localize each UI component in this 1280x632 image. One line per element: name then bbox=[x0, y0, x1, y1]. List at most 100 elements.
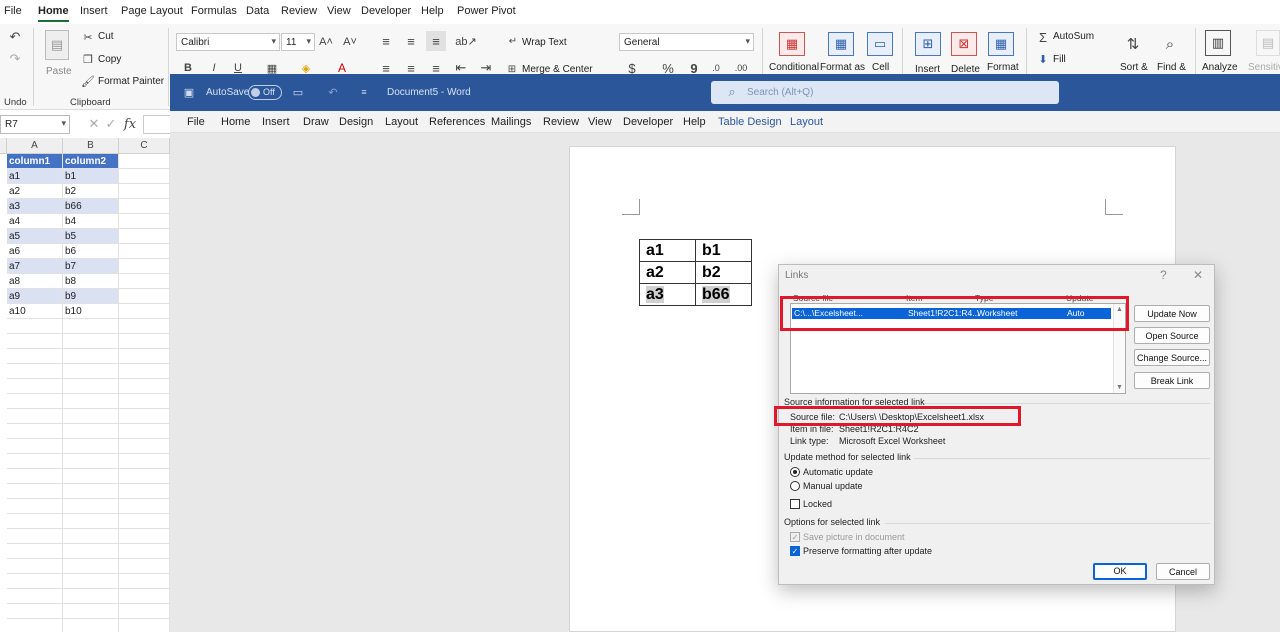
table-cell[interactable]: a3 bbox=[639, 283, 696, 306]
open-source-button[interactable]: Open Source bbox=[1134, 327, 1210, 344]
sheet-cell[interactable] bbox=[63, 589, 119, 604]
confirm-entry-icon[interactable]: ✓ bbox=[105, 116, 117, 131]
cancel-entry-icon[interactable]: ✕ bbox=[88, 116, 100, 131]
customize-toolbar-icon[interactable]: ≡ bbox=[359, 85, 369, 99]
table-cell[interactable]: b10 bbox=[63, 304, 119, 319]
sheet-cell[interactable] bbox=[7, 589, 63, 604]
table-cell[interactable]: a5 bbox=[7, 229, 63, 244]
font-name-select[interactable]: Calibri ▾ bbox=[176, 33, 280, 51]
sheet-cell[interactable] bbox=[7, 364, 63, 379]
sort-filter-button[interactable]: Sort & bbox=[1120, 62, 1148, 73]
scroll-down-icon[interactable]: ▼ bbox=[1116, 384, 1123, 391]
table-cell[interactable]: a3 bbox=[7, 199, 63, 214]
sheet-cell[interactable] bbox=[119, 394, 170, 409]
save-icon[interactable]: ▭ bbox=[291, 85, 305, 99]
table-cell[interactable]: a9 bbox=[7, 289, 63, 304]
sheet-cell[interactable] bbox=[119, 499, 170, 514]
sheet-cell[interactable] bbox=[7, 454, 63, 469]
excel-tab-home[interactable]: Home bbox=[38, 5, 69, 22]
manual-update-label[interactable]: Manual update bbox=[803, 481, 863, 491]
sheet-cell[interactable] bbox=[63, 364, 119, 379]
sheet-cell[interactable] bbox=[63, 454, 119, 469]
cut-button[interactable]: Cut bbox=[98, 31, 114, 42]
sheet-cell[interactable] bbox=[7, 559, 63, 574]
paste-icon[interactable]: ▤ bbox=[45, 30, 69, 60]
table-cell[interactable]: a1 bbox=[639, 239, 696, 262]
sheet-cell[interactable] bbox=[7, 514, 63, 529]
conditional-formatting-icon[interactable]: ▦ bbox=[779, 32, 805, 56]
word-tab-file[interactable]: File bbox=[187, 116, 205, 128]
analyze-data-button[interactable]: Analyze bbox=[1202, 62, 1238, 73]
sheet-cell[interactable] bbox=[119, 289, 170, 304]
sheet-cell[interactable] bbox=[119, 319, 170, 334]
excel-tab-file[interactable]: File bbox=[4, 5, 22, 17]
table-cell[interactable]: a1 bbox=[7, 169, 63, 184]
sheet-cell[interactable] bbox=[7, 604, 63, 619]
find-select-button[interactable]: Find & bbox=[1157, 62, 1186, 73]
sheet-cell[interactable] bbox=[119, 484, 170, 499]
find-select-icon[interactable]: ⌕ bbox=[1157, 32, 1183, 56]
sheet-cell[interactable] bbox=[7, 394, 63, 409]
word-tab-table-layout[interactable]: Layout bbox=[790, 116, 823, 128]
formula-input[interactable] bbox=[143, 115, 173, 134]
sheet-cell[interactable] bbox=[63, 409, 119, 424]
excel-tab-formulas[interactable]: Formulas bbox=[191, 5, 237, 17]
sheet-cell[interactable] bbox=[63, 379, 119, 394]
word-tab-developer[interactable]: Developer bbox=[623, 116, 673, 128]
sheet-cell[interactable] bbox=[119, 199, 170, 214]
sheet-cell[interactable] bbox=[7, 379, 63, 394]
sheet-cell[interactable] bbox=[119, 154, 170, 169]
table-cell[interactable]: b2 bbox=[695, 261, 752, 284]
sheet-cell[interactable] bbox=[119, 589, 170, 604]
close-icon[interactable]: ✕ bbox=[1193, 268, 1203, 282]
sheet-cell[interactable] bbox=[63, 439, 119, 454]
sheet-cell[interactable] bbox=[119, 469, 170, 484]
decrease-font-icon[interactable]: A˅ bbox=[342, 34, 358, 50]
help-icon[interactable]: ? bbox=[1160, 268, 1167, 282]
format-cells-button[interactable]: Format bbox=[987, 62, 1019, 73]
word-tab-view[interactable]: View bbox=[588, 116, 612, 128]
sheet-cell[interactable] bbox=[119, 409, 170, 424]
wrap-text-button[interactable]: Wrap Text bbox=[522, 37, 567, 48]
sheet-cell[interactable] bbox=[119, 454, 170, 469]
cell-styles-icon[interactable]: ▭ bbox=[867, 32, 893, 56]
select-all-corner[interactable] bbox=[0, 138, 7, 154]
sheet-cell[interactable] bbox=[7, 349, 63, 364]
sheet-cell[interactable] bbox=[119, 424, 170, 439]
sheet-cell[interactable] bbox=[63, 604, 119, 619]
sheet-cell[interactable] bbox=[63, 544, 119, 559]
table-header-cell[interactable]: column1 bbox=[7, 154, 63, 169]
sheet-cell[interactable] bbox=[63, 514, 119, 529]
locked-checkbox[interactable] bbox=[790, 499, 800, 509]
table-header-cell[interactable]: column2 bbox=[63, 154, 119, 169]
word-tab-design[interactable]: Design bbox=[339, 116, 373, 128]
word-tab-layout[interactable]: Layout bbox=[385, 116, 418, 128]
excel-tab-data[interactable]: Data bbox=[246, 5, 269, 17]
table-cell[interactable]: b9 bbox=[63, 289, 119, 304]
align-top-icon[interactable]: ≡ bbox=[378, 33, 394, 49]
sheet-cell[interactable] bbox=[63, 559, 119, 574]
sheet-cell[interactable] bbox=[7, 469, 63, 484]
fill-button[interactable]: Fill bbox=[1053, 54, 1066, 65]
sheet-cell[interactable] bbox=[119, 229, 170, 244]
sheet-cell[interactable] bbox=[63, 424, 119, 439]
table-cell[interactable]: a6 bbox=[7, 244, 63, 259]
sheet-cell[interactable] bbox=[7, 424, 63, 439]
sheet-cell[interactable] bbox=[119, 169, 170, 184]
sheet-cell[interactable] bbox=[63, 349, 119, 364]
sheet-cell[interactable] bbox=[7, 499, 63, 514]
excel-tab-developer[interactable]: Developer bbox=[361, 5, 411, 17]
excel-tab-page-layout[interactable]: Page Layout bbox=[121, 5, 183, 17]
sensitivity-button[interactable]: Sensitivi bbox=[1248, 62, 1280, 73]
sheet-cell[interactable] bbox=[63, 394, 119, 409]
manual-update-radio[interactable] bbox=[790, 481, 800, 491]
sheet-cell[interactable] bbox=[119, 544, 170, 559]
sheet-cell[interactable] bbox=[119, 364, 170, 379]
autosave-toggle[interactable]: Off bbox=[248, 85, 282, 100]
format-painter-button[interactable]: Format Painter bbox=[98, 76, 164, 87]
preserve-formatting-label[interactable]: Preserve formatting after update bbox=[803, 546, 932, 556]
insert-function-icon[interactable]: fx bbox=[123, 117, 137, 132]
automatic-update-label[interactable]: Automatic update bbox=[803, 467, 873, 477]
sheet-cell[interactable] bbox=[119, 349, 170, 364]
font-size-select[interactable]: 11 ▾ bbox=[281, 33, 315, 51]
